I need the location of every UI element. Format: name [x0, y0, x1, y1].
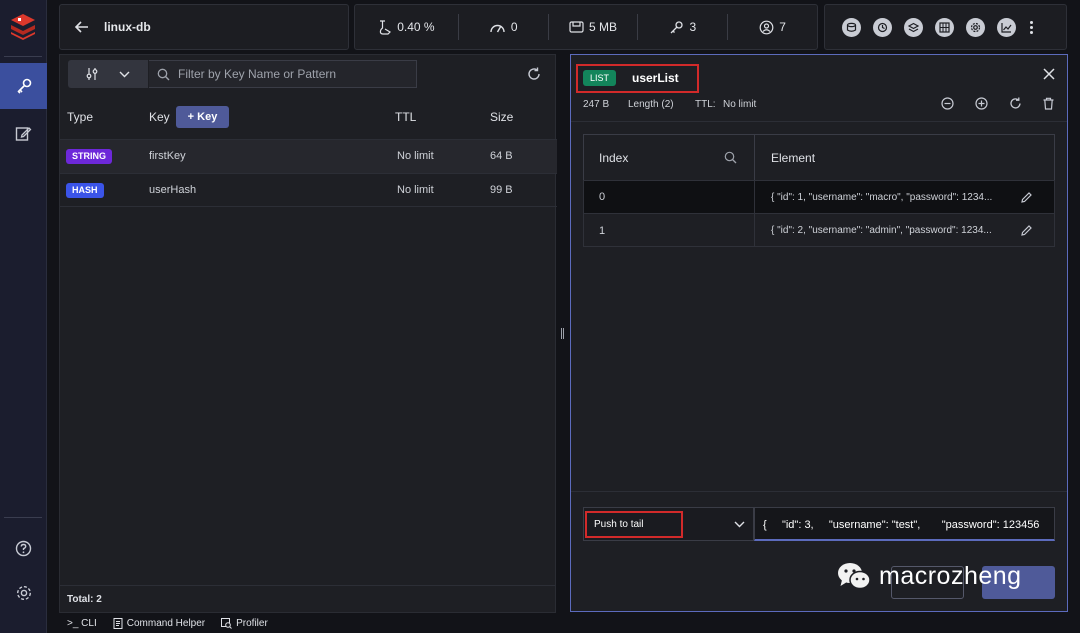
gear-icon — [15, 584, 33, 602]
item-element: { "id": 1, "username": "macro", "passwor… — [771, 192, 993, 203]
ttl-label: TTL: — [695, 99, 716, 110]
cpu-icon — [378, 19, 392, 35]
key-filter-input[interactable]: Filter by Key Name or Pattern — [149, 60, 417, 88]
key-name: userHash — [149, 184, 197, 196]
cli-button[interactable]: >_ CLI — [67, 618, 97, 629]
pubsub-icon[interactable] — [904, 17, 923, 37]
pencil-icon[interactable] — [1020, 191, 1033, 204]
more-vertical-icon[interactable] — [1030, 20, 1033, 34]
filter-icon — [86, 67, 98, 81]
bottom-bar: >_ CLI Command Helper Profiler — [59, 613, 1080, 633]
gear-icon[interactable] — [966, 17, 985, 37]
redis-logo-icon[interactable] — [9, 12, 37, 40]
key-length-info: Length (2) — [628, 99, 674, 110]
key-browser-panel: Filter by Key Name or Pattern Type Key +… — [59, 54, 557, 613]
key-name: firstKey — [149, 150, 186, 162]
remove-elements-icon[interactable] — [941, 97, 954, 110]
profiler-icon — [221, 617, 232, 629]
size-column-header[interactable]: Size — [490, 110, 513, 124]
filter-placeholder: Filter by Key Name or Pattern — [178, 67, 337, 81]
index-column-header: Index — [583, 134, 755, 181]
db-name: linux-db — [104, 20, 151, 34]
clients-value: 7 — [779, 20, 786, 34]
push-position-select[interactable]: Push to tail — [583, 507, 754, 541]
memory-value: 5 MB — [588, 20, 617, 34]
browser-footer: Total: 2 — [60, 585, 555, 612]
tools-bar — [824, 4, 1067, 50]
key-icon — [669, 20, 684, 35]
ops-stat: 0 — [459, 5, 548, 49]
cpu-stat: 0.40 % — [355, 5, 458, 49]
add-key-button[interactable]: + Key — [176, 106, 229, 128]
table-row[interactable]: HASH userHash No limit 99 B — [60, 173, 557, 207]
keys-value: 3 — [689, 20, 697, 34]
type-badge: HASH — [66, 183, 104, 198]
workbench-nav-button[interactable] — [0, 110, 47, 156]
key-size-info: 247 B — [583, 99, 610, 110]
push-select-value: Push to tail — [594, 519, 644, 530]
ops-value: 0 — [510, 20, 518, 34]
key-size: 99 B — [490, 184, 513, 196]
database-analysis-icon[interactable] — [842, 17, 861, 37]
total-keys: Total: 2 — [67, 594, 102, 605]
key-icon — [15, 77, 33, 95]
cpu-value: 0.40 % — [397, 20, 435, 34]
gauge-icon — [489, 21, 506, 34]
memory-stat: 5 MB — [549, 5, 638, 49]
profiler-button[interactable]: Profiler — [221, 617, 268, 629]
chevron-down-icon — [734, 521, 745, 528]
settings-nav-button[interactable] — [0, 570, 47, 616]
key-type-filter[interactable] — [68, 60, 148, 88]
key-column-header[interactable]: Key — [149, 110, 170, 124]
refresh-icon[interactable] — [1009, 97, 1022, 110]
key-ttl: No limit — [397, 150, 434, 162]
edit-icon — [15, 125, 32, 142]
back-arrow-icon[interactable] — [74, 19, 90, 35]
element-column-header: Element — [754, 134, 1055, 181]
help-icon — [15, 540, 32, 557]
key-name-title[interactable]: userList — [632, 71, 679, 85]
refresh-icon[interactable] — [527, 67, 541, 81]
key-size: 64 B — [490, 150, 513, 162]
pencil-icon[interactable] — [1020, 224, 1033, 237]
chevron-down-icon — [119, 71, 130, 78]
key-details-panel: LIST userList 247 B Length (2) TTL: No l… — [570, 54, 1068, 612]
slowlog-icon[interactable] — [873, 17, 892, 37]
search-icon[interactable] — [724, 151, 737, 164]
watermark: macrozheng — [837, 561, 1022, 591]
db-header: linux-db — [59, 4, 349, 50]
keys-stat: 3 — [638, 5, 727, 49]
ttl-value[interactable]: No limit — [723, 99, 756, 110]
close-icon[interactable] — [1043, 68, 1055, 80]
navigation-rail — [0, 0, 47, 633]
db-stats-bar: 0.40 % 0 5 MB 3 7 — [354, 4, 818, 50]
type-column-header[interactable]: Type — [67, 110, 93, 124]
document-icon — [113, 617, 123, 629]
trash-icon[interactable] — [1042, 97, 1055, 110]
help-nav-button[interactable] — [0, 525, 47, 571]
table-row[interactable]: STRING firstKey No limit 64 B — [60, 139, 557, 173]
memory-icon — [569, 20, 584, 34]
item-index: 1 — [599, 225, 606, 237]
clients-stat: 7 — [728, 5, 817, 49]
user-icon — [759, 20, 774, 35]
key-ttl: No limit — [397, 184, 434, 196]
item-index: 0 — [599, 191, 606, 203]
list-type-badge: LIST — [583, 70, 617, 86]
ttl-column-header[interactable]: TTL — [395, 110, 416, 124]
browser-nav-button[interactable] — [0, 63, 47, 109]
type-badge: STRING — [66, 149, 113, 164]
wechat-icon — [837, 561, 871, 591]
panel-resize-handle[interactable] — [561, 328, 567, 340]
analytics-chart-icon[interactable] — [997, 17, 1016, 37]
add-elements-icon[interactable] — [975, 97, 988, 110]
item-element: { "id": 2, "username": "admin", "passwor… — [771, 225, 992, 236]
cluster-icon[interactable] — [935, 17, 954, 37]
search-icon — [157, 68, 170, 81]
push-element-input[interactable]: { "id": 3, "username": "test", "password… — [754, 507, 1055, 541]
command-helper-button[interactable]: Command Helper — [113, 617, 205, 629]
